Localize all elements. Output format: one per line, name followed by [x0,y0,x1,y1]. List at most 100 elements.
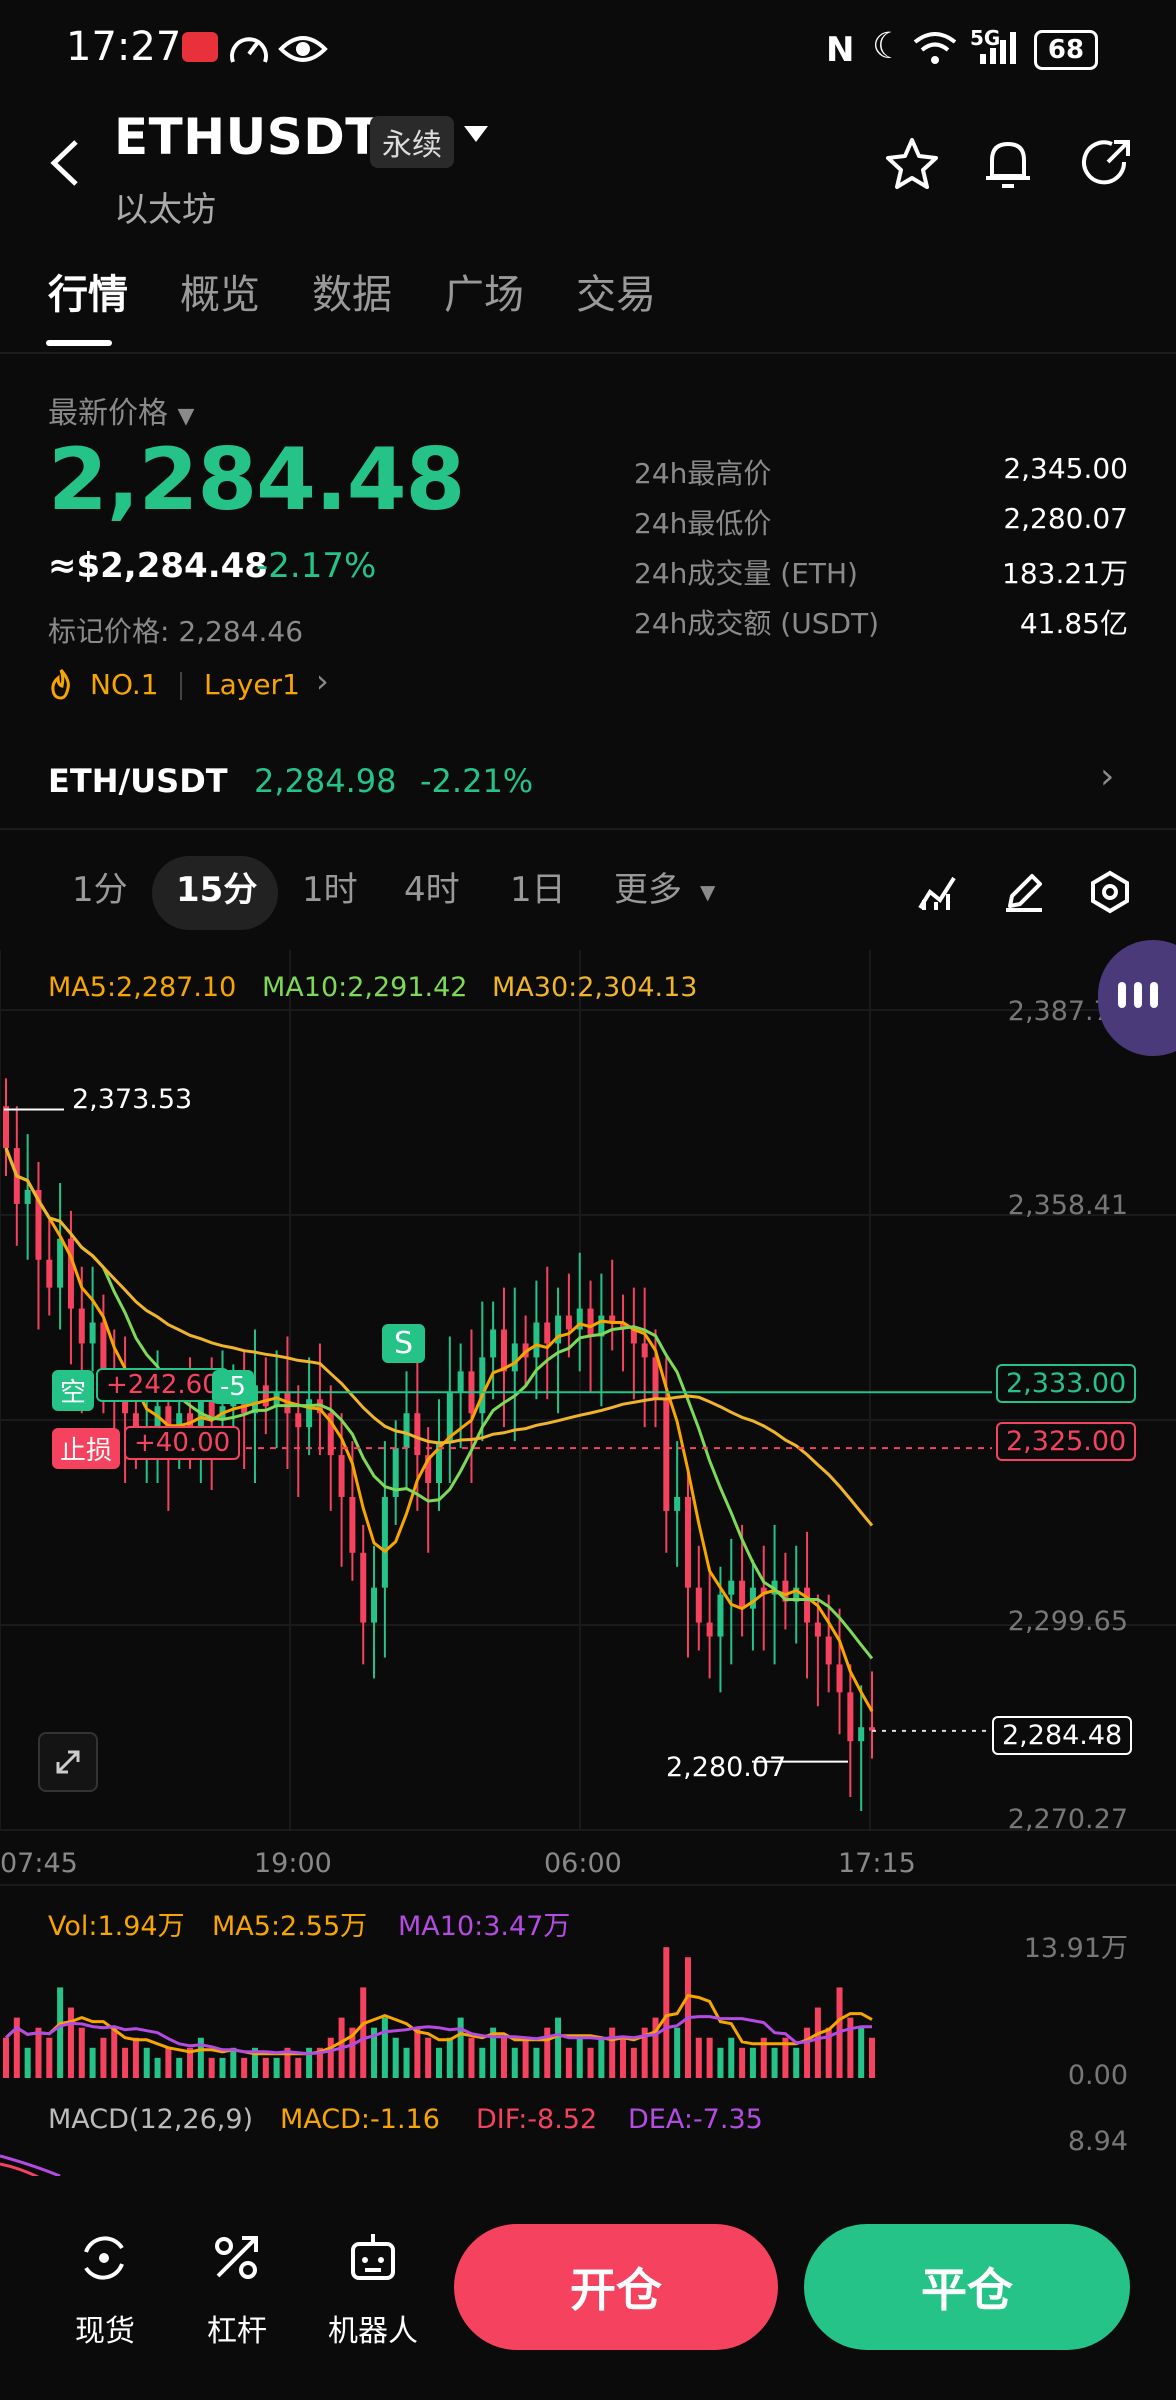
volume-bar [327,2037,334,2078]
tab-trade[interactable]: 交易 [576,262,656,320]
position-pnl-chip[interactable]: +242.60 [96,1368,229,1402]
spot-pair: ETH/USDT [48,762,228,800]
candle-body [490,1329,497,1358]
app-notification-icon [182,32,218,62]
y-label: 2,299.65 [1007,1606,1128,1637]
stat-value-volume: 183.21万 [1002,557,1128,590]
candle-body [804,1587,811,1623]
candle-body [695,1587,702,1623]
volume-bar [457,2017,464,2078]
volume-chart[interactable] [0,1930,880,2080]
star-icon[interactable] [884,136,940,192]
swap-circle-icon [84,2236,124,2280]
indicator-icon[interactable] [916,870,960,914]
volume-bar [208,2057,215,2078]
rank-tag[interactable]: NO.1 [90,668,159,701]
volume-bar [749,2047,756,2078]
settings-icon[interactable] [1088,870,1132,914]
contract-type-badge[interactable]: 永续 [370,116,454,168]
volume-divider [0,1884,1176,1886]
volume-bar [414,2027,421,2078]
candle-body [814,1622,821,1637]
tab-square[interactable]: 广场 [444,262,524,320]
candle-body [825,1636,832,1665]
tab-overview[interactable]: 概览 [180,262,260,320]
candle-body [684,1496,691,1588]
stat-value-high: 2,345.00 [1003,452,1128,485]
share-icon[interactable] [1078,136,1134,192]
timeframe-1m[interactable]: 1分 [72,862,128,911]
candle-body [717,1594,724,1637]
stop-loss-pnl-chip[interactable]: +40.00 [124,1426,241,1460]
x-label: 06:00 [544,1848,622,1879]
spot-row[interactable]: ETH/USDT 2,284.98 -2.21% › [0,728,1176,830]
high-marker-label: 2,373.53 [72,1084,193,1115]
volume-bar [522,2037,529,2078]
candle-body [858,1727,865,1742]
position-qty-chip[interactable]: -5 [212,1370,254,1404]
volume-bar [446,2037,453,2078]
volume-bar [122,2047,129,2078]
nav-robot[interactable]: 机器人 [318,2230,428,2360]
expand-chart-button[interactable] [38,1732,98,1792]
usd-price: ≈$2,284.48 [48,546,268,586]
close-position-button[interactable]: 平仓 [804,2224,1130,2350]
nav-leverage-label: 杠杆 [207,2314,267,2349]
candle-body [381,1496,388,1588]
stat-label-low: 24h最低价 [634,507,772,540]
caret-down-icon[interactable]: ▼ [700,880,715,904]
volume-bar [479,2047,486,2078]
current-price-tag: 2,284.48 [992,1716,1133,1755]
volume-bar [555,2017,562,2078]
pencil-icon[interactable] [1002,870,1046,914]
timeframe-more[interactable]: 更多 [614,862,682,911]
tab-data[interactable]: 数据 [312,262,392,320]
position-side-chip[interactable]: 空 [52,1370,95,1411]
candle-body [706,1622,713,1637]
dea-value: DEA:-7.35 [628,2104,763,2135]
stop-loss-chip[interactable]: 止损 [52,1428,121,1469]
timeframe-4h[interactable]: 4时 [404,862,460,911]
status-time: 17:27 [66,24,182,70]
candle-body [533,1322,540,1358]
volume-bar [46,2037,53,2078]
ma5-legend: MA5:2,287.10 [48,972,237,1003]
candle-body [371,1587,378,1623]
macd-value: MACD:-1.16 [280,2104,440,2135]
timeframe-1h[interactable]: 1时 [302,862,358,911]
stat-value-low: 2,280.07 [1003,502,1128,535]
dif-value: DIF:-8.52 [476,2104,598,2135]
open-position-button[interactable]: 开仓 [454,2224,778,2350]
nav-spot-label: 现货 [75,2314,135,2349]
volume-bar [143,2047,150,2078]
category-tag[interactable]: Layer1 [204,668,300,701]
back-icon[interactable] [46,138,86,188]
candle-body [728,1580,735,1595]
nav-spot[interactable]: 现货 [60,2230,150,2360]
timeframe-15m[interactable]: 15分 [176,862,257,911]
volume-bar [436,2047,442,2078]
bell-icon[interactable] [980,134,1036,194]
chevron-right-icon[interactable]: › [316,662,329,700]
nav-leverage[interactable]: 杠杆 [192,2230,282,2360]
tab-market[interactable]: 行情 [48,262,128,320]
signal-chip[interactable]: S [382,1324,426,1363]
macd-params: MACD(12,26,9) [48,2104,254,2135]
price-label[interactable]: 最新价格 ▼ [48,388,194,432]
stop-loss-price-tag: 2,325.00 [996,1422,1137,1461]
ma10-legend: MA10:2,291.42 [262,972,468,1003]
volume-bar [814,2007,821,2078]
volume-bar [858,2027,865,2078]
candle-body [587,1308,594,1337]
chevron-down-icon[interactable] [464,126,488,142]
nav-robot-label: 机器人 [328,2314,418,2349]
timeframe-1d[interactable]: 1日 [510,862,566,911]
candle-body [457,1371,464,1393]
entry-price-tag: 2,333.00 [996,1364,1137,1403]
volume-bar [295,2057,302,2078]
volume-bar [67,2007,74,2078]
candle-body [403,1413,410,1449]
volume-bar [620,2037,627,2078]
symbol-title[interactable]: ETHUSDT [114,108,380,166]
eye-icon [278,36,328,62]
